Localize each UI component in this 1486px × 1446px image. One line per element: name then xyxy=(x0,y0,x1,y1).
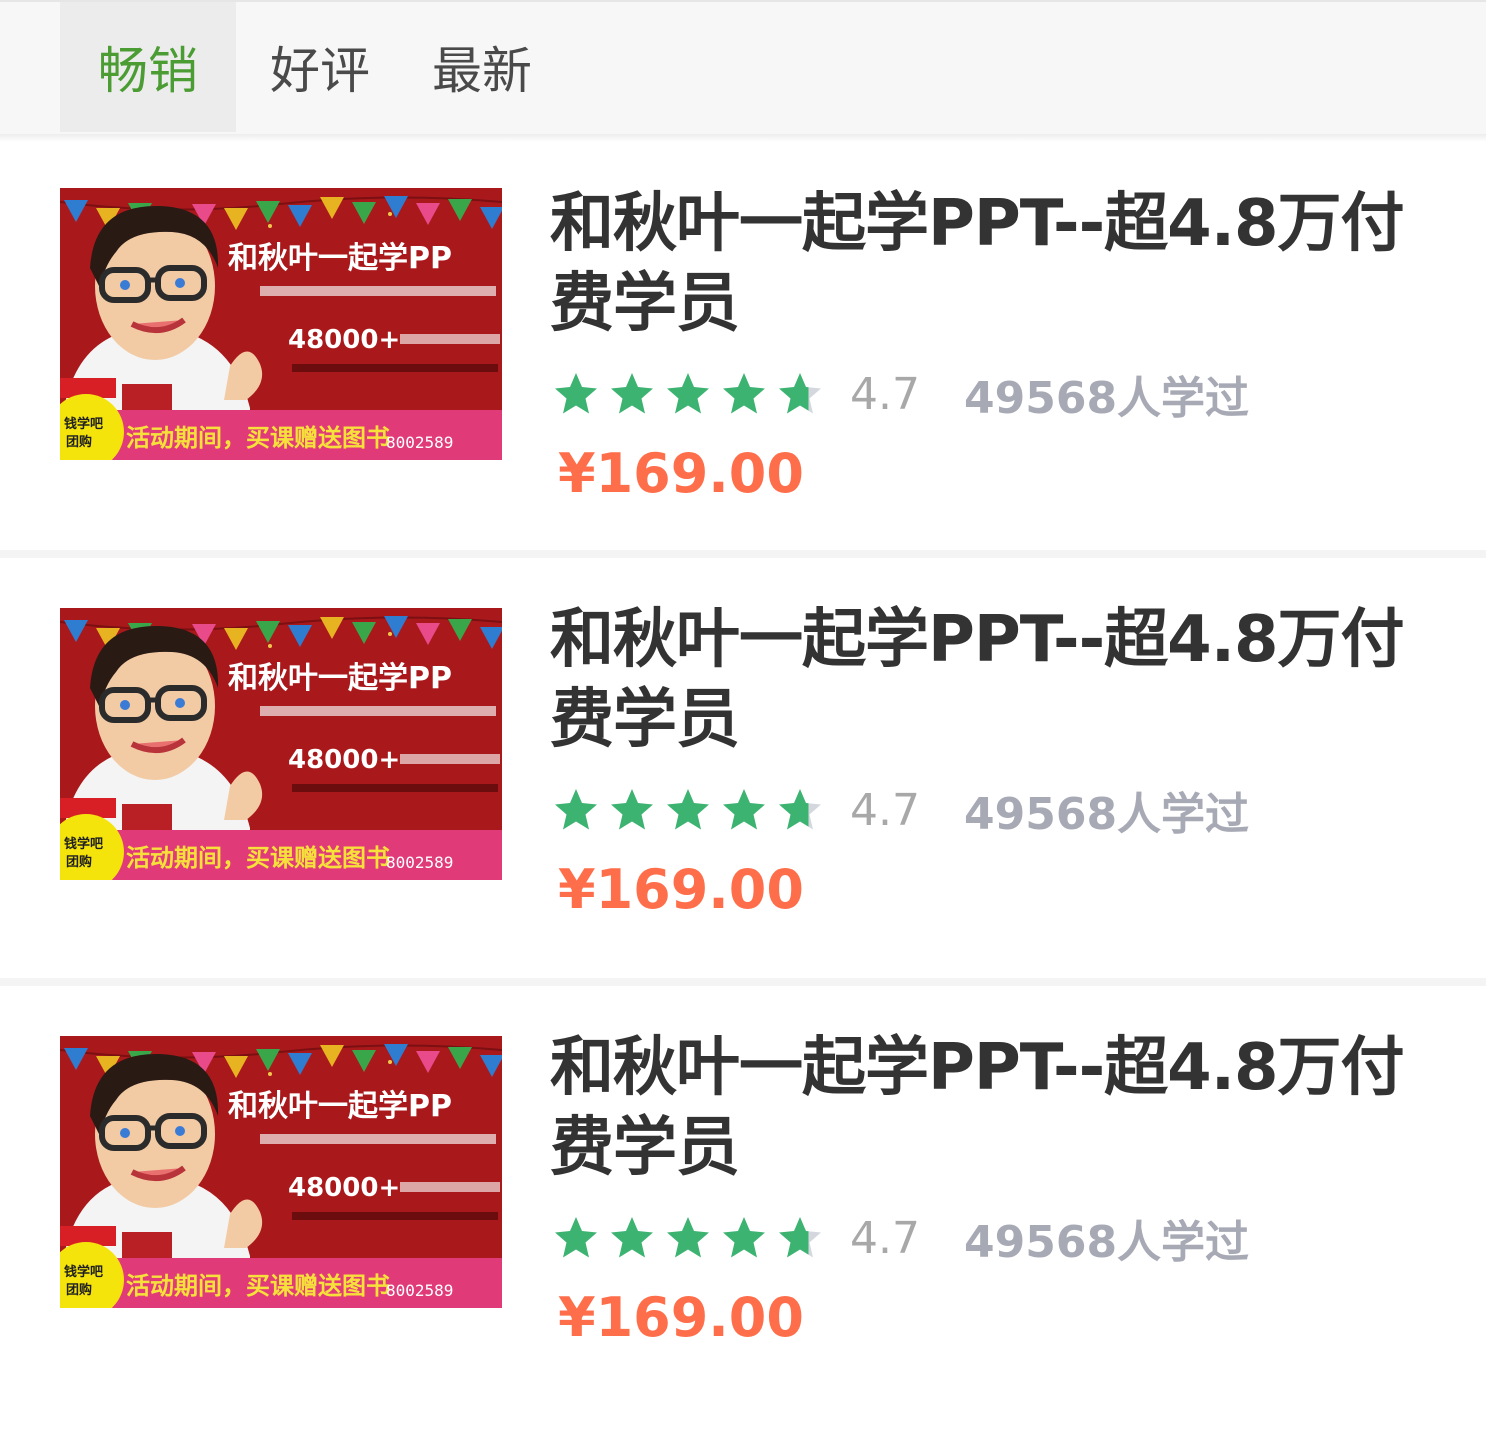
star-rating xyxy=(552,786,832,834)
star-full-icon xyxy=(723,373,765,414)
svg-text:活动期间，买课赠送图书: 活动期间，买课赠送图书 xyxy=(126,1272,390,1300)
rating-value: 4.7 xyxy=(850,784,920,836)
svg-text:和秋叶一起学PP: 和秋叶一起学PP xyxy=(228,661,452,696)
course-cover-illustration: 和秋叶一起学PP 48000+ 活动期间，买课赠送图书 8002589 钱学吧 … xyxy=(60,188,502,460)
tabbar-shadow xyxy=(0,134,1486,142)
course-meta: 4.7 49568人学过 xyxy=(552,1208,1249,1268)
star-rating xyxy=(552,1214,832,1262)
svg-text:48000+: 48000+ xyxy=(288,1173,400,1203)
svg-text:48000+: 48000+ xyxy=(288,325,400,355)
svg-text:48000+: 48000+ xyxy=(288,745,400,775)
svg-text:活动期间，买课赠送图书: 活动期间，买课赠送图书 xyxy=(126,844,390,872)
course-title: 和秋叶一起学PPT--超4.8万付费学员 xyxy=(550,1031,1405,1185)
course-price: ¥169.00 xyxy=(558,858,804,921)
svg-text:钱学吧: 钱学吧 xyxy=(64,416,103,432)
star-full-icon xyxy=(555,789,597,830)
star-half-icon xyxy=(779,1217,821,1258)
svg-text:团购: 团购 xyxy=(66,854,92,870)
svg-text:和秋叶一起学PP: 和秋叶一起学PP xyxy=(228,241,452,276)
svg-text:钱学吧: 钱学吧 xyxy=(64,1264,103,1280)
svg-text:钱学吧: 钱学吧 xyxy=(64,836,103,852)
star-half-icon xyxy=(779,373,821,414)
course-cover-illustration: 和秋叶一起学PP 48000+ 活动期间，买课赠送图书 8002589 钱学吧 … xyxy=(60,1036,502,1308)
star-full-icon xyxy=(723,1217,765,1258)
rating-value: 4.7 xyxy=(850,368,920,420)
course-list-item[interactable]: 和秋叶一起学PP 48000+ 活动期间，买课赠送图书 8002589 钱学吧 … xyxy=(0,558,1486,978)
star-full-icon xyxy=(723,789,765,830)
star-rating xyxy=(552,370,832,418)
svg-text:8002589: 8002589 xyxy=(386,433,453,452)
svg-text:团购: 团购 xyxy=(66,1282,92,1298)
svg-text:8002589: 8002589 xyxy=(386,853,453,872)
tab-top-rated[interactable]: 好评 xyxy=(244,2,396,132)
tab-bestselling[interactable]: 畅销 xyxy=(60,2,236,132)
course-thumbnail: 和秋叶一起学PP 48000+ 活动期间，买课赠送图书 8002589 钱学吧 … xyxy=(60,188,502,460)
course-thumbnail: 和秋叶一起学PP 48000+ 活动期间，买课赠送图书 8002589 钱学吧 … xyxy=(60,1036,502,1308)
sort-tabbar: 畅销 好评 最新 xyxy=(0,0,1486,134)
course-price: ¥169.00 xyxy=(558,1286,804,1349)
course-list-item[interactable]: 和秋叶一起学PP 48000+ 活动期间，买课赠送图书 8002589 钱学吧 … xyxy=(0,142,1486,550)
tab-newest[interactable]: 最新 xyxy=(406,2,558,132)
svg-text:8002589: 8002589 xyxy=(386,1281,453,1300)
star-full-icon xyxy=(611,373,653,414)
svg-text:和秋叶一起学PP: 和秋叶一起学PP xyxy=(228,1089,452,1124)
course-meta: 4.7 49568人学过 xyxy=(552,780,1249,840)
star-full-icon xyxy=(667,789,709,830)
svg-text:团购: 团购 xyxy=(66,434,92,450)
course-list-page: 畅销 好评 最新 和秋叶一起学PP 48000+ 活动期间，买课赠送图书 800 xyxy=(0,0,1486,1446)
star-full-icon xyxy=(667,1217,709,1258)
course-thumbnail: 和秋叶一起学PP 48000+ 活动期间，买课赠送图书 8002589 钱学吧 … xyxy=(60,608,502,880)
star-full-icon xyxy=(611,789,653,830)
learner-count: 49568人学过 xyxy=(963,1217,1250,1268)
rating-value: 4.7 xyxy=(850,1212,920,1264)
course-meta: 4.7 49568人学过 xyxy=(552,364,1249,424)
course-list-item[interactable]: 和秋叶一起学PP 48000+ 活动期间，买课赠送图书 8002589 钱学吧 … xyxy=(0,986,1486,1406)
star-full-icon xyxy=(555,1217,597,1258)
star-half-icon xyxy=(779,789,821,830)
course-price: ¥169.00 xyxy=(558,442,804,505)
star-full-icon xyxy=(667,373,709,414)
course-cover-illustration: 和秋叶一起学PP 48000+ 活动期间，买课赠送图书 8002589 钱学吧 … xyxy=(60,608,502,880)
list-divider xyxy=(0,550,1486,558)
learner-count: 49568人学过 xyxy=(963,373,1250,424)
star-full-icon xyxy=(611,1217,653,1258)
svg-text:活动期间，买课赠送图书: 活动期间，买课赠送图书 xyxy=(126,424,390,452)
star-full-icon xyxy=(555,373,597,414)
list-divider xyxy=(0,978,1486,986)
course-title: 和秋叶一起学PPT--超4.8万付费学员 xyxy=(550,603,1405,757)
learner-count: 49568人学过 xyxy=(963,789,1250,840)
course-title: 和秋叶一起学PPT--超4.8万付费学员 xyxy=(550,187,1405,341)
